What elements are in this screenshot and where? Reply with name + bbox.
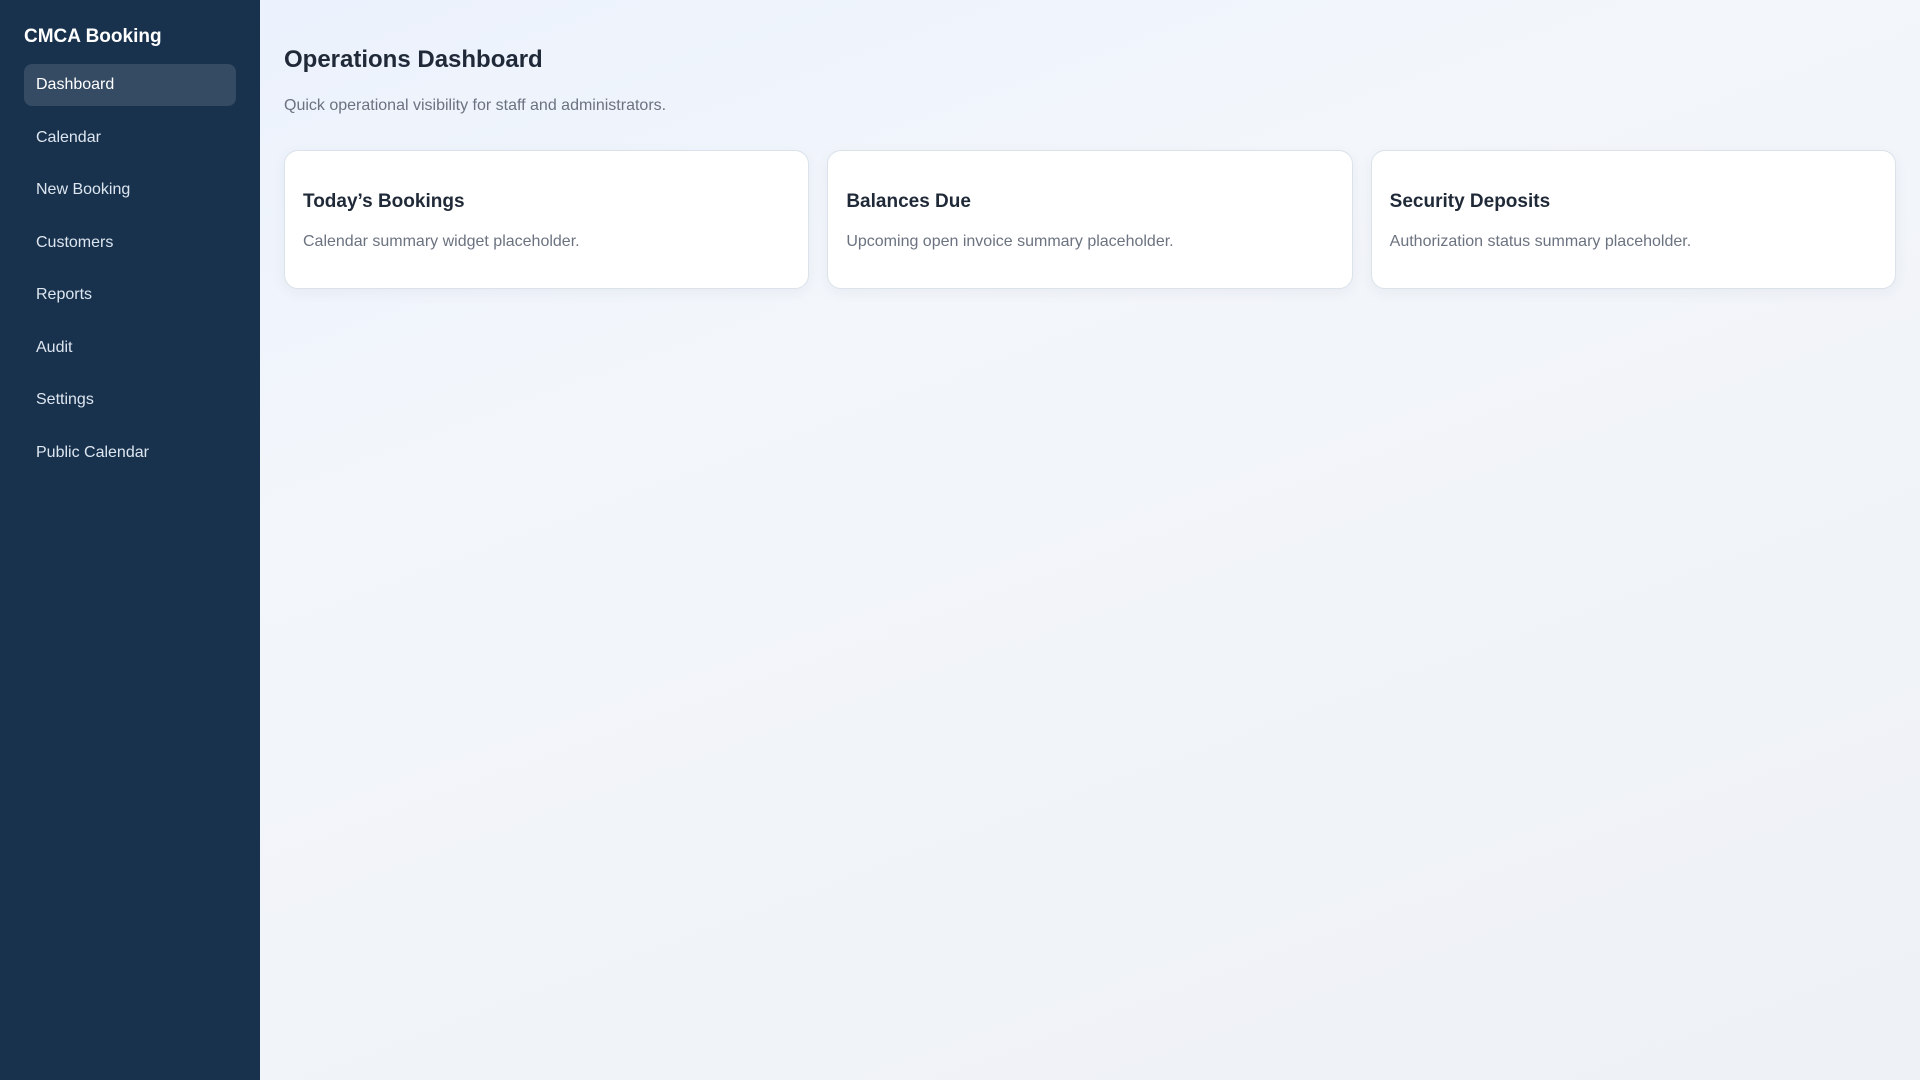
card-title: Balances Due (846, 191, 971, 212)
page-title: Operations Dashboard (284, 46, 543, 73)
page-subtitle: Quick operational visibility for staff a… (284, 97, 667, 114)
sidebar: CMCA Booking Dashboard Calendar New Book… (0, 0, 260, 1080)
card-security-deposits: Security Deposits Authorization status s… (1370, 150, 1896, 289)
sidebar-item-new-booking[interactable]: New Booking (24, 169, 236, 211)
sidebar-item-settings[interactable]: Settings (24, 379, 236, 421)
sidebar-item-dashboard[interactable]: Dashboard (24, 64, 236, 106)
card-title: Security Deposits (1389, 191, 1551, 212)
sidebar-item-audit[interactable]: Audit (24, 327, 236, 369)
card-description: Authorization status summary placeholder… (1389, 233, 1692, 250)
sidebar-nav: Dashboard Calendar New Booking Customers… (24, 64, 236, 474)
main-content: Operations Dashboard Quick operational v… (260, 0, 1920, 1080)
card-todays-bookings: Today’s Bookings Calendar summary widget… (284, 150, 810, 289)
sidebar-item-public-calendar[interactable]: Public Calendar (24, 432, 236, 474)
card-description: Calendar summary widget placeholder. (303, 233, 580, 250)
sidebar-item-customers[interactable]: Customers (24, 222, 236, 264)
sidebar-item-reports[interactable]: Reports (24, 274, 236, 316)
summary-cards: Today’s Bookings Calendar summary widget… (284, 150, 1896, 289)
card-title: Today’s Bookings (303, 191, 465, 212)
card-balances-due: Balances Due Upcoming open invoice summa… (827, 150, 1353, 289)
brand-title: CMCA Booking (24, 26, 162, 47)
sidebar-item-calendar[interactable]: Calendar (24, 117, 236, 159)
card-description: Upcoming open invoice summary placeholde… (846, 233, 1174, 250)
